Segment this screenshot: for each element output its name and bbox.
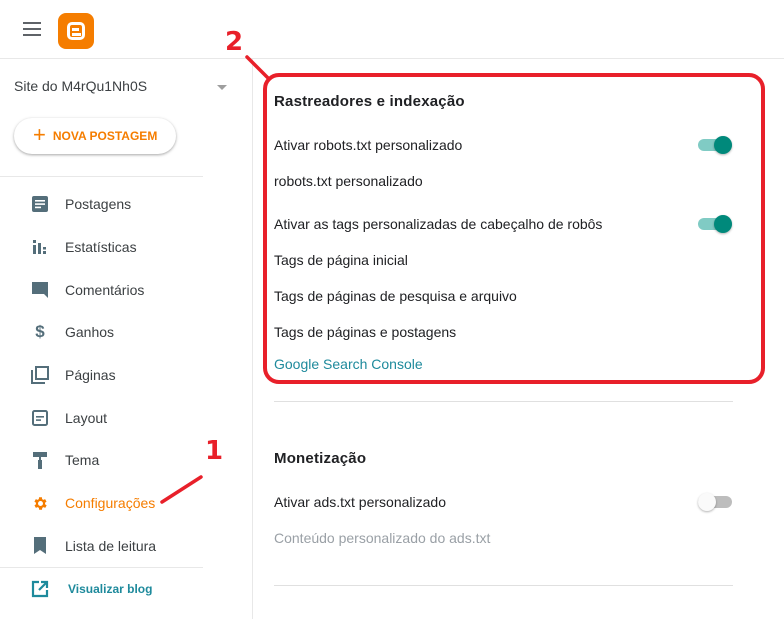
sidebar-item-postagens[interactable]: Postagens <box>0 183 253 226</box>
document-icon <box>31 195 49 213</box>
blog-name: Site do M4rQu1Nh0S <box>14 78 148 94</box>
crawlers-section-title: Rastreadores e indexação <box>274 93 465 110</box>
monetization-section-title: Monetização <box>274 450 367 467</box>
sidebar: Site do M4rQu1Nh0S + NOVA POSTAGEM Posta… <box>0 59 253 619</box>
sidebar-item-ganhos[interactable]: $ Ganhos <box>0 311 253 354</box>
sidebar-item-label: Configurações <box>65 495 156 512</box>
sidebar-item-tema[interactable]: Tema <box>0 439 253 482</box>
section-divider <box>274 401 733 402</box>
enable-ads-row[interactable]: Ativar ads.txt personalizado <box>274 494 734 510</box>
enable-robots-toggle[interactable] <box>698 135 732 155</box>
ads-content-row: Conteúdo personalizado do ads.txt <box>274 530 491 546</box>
sidebar-item-label: Estatísticas <box>65 239 137 256</box>
enable-ads-toggle[interactable] <box>698 492 732 512</box>
enable-robot-tags-row[interactable]: Ativar as tags personalizadas de cabeçal… <box>274 216 734 232</box>
sidebar-nav: Postagens Estatísticas Comentários $ Gan… <box>0 183 253 567</box>
search-archive-tags-row[interactable]: Tags de páginas de pesquisa e arquivo <box>274 288 734 304</box>
section-divider <box>274 585 733 586</box>
bar-chart-icon <box>31 238 49 256</box>
google-search-console-link[interactable]: Google Search Console <box>274 356 423 372</box>
blogger-logo-icon[interactable] <box>58 13 94 49</box>
paint-roller-icon <box>31 451 49 469</box>
external-link-icon <box>31 580 49 598</box>
settings-main: Rastreadores e indexação Ativar robots.t… <box>254 59 784 619</box>
dollar-icon: $ <box>35 322 45 342</box>
sidebar-item-layout[interactable]: Layout <box>0 396 253 439</box>
sidebar-item-label: Layout <box>65 409 108 426</box>
divider <box>0 567 203 568</box>
sidebar-item-configuracoes[interactable]: Configurações <box>0 482 253 525</box>
sidebar-item-label: Comentários <box>65 281 145 298</box>
sidebar-item-label: Tema <box>65 452 100 469</box>
custom-robots-txt-row[interactable]: robots.txt personalizado <box>274 173 734 189</box>
new-post-button[interactable]: + NOVA POSTAGEM <box>14 118 176 154</box>
page-post-tags-row[interactable]: Tags de páginas e postagens <box>274 324 734 340</box>
gear-icon <box>31 494 49 512</box>
bookmark-icon <box>31 537 49 555</box>
sidebar-item-comentarios[interactable]: Comentários <box>0 268 253 311</box>
plus-icon: + <box>33 122 46 147</box>
enable-robots-row[interactable]: Ativar robots.txt personalizado <box>274 137 734 153</box>
pages-icon <box>31 366 49 385</box>
view-blog-label: Visualizar blog <box>68 582 153 596</box>
top-bar <box>0 0 784 59</box>
sidebar-item-label: Ganhos <box>65 324 115 341</box>
comment-icon <box>31 281 49 299</box>
layout-icon <box>31 409 49 427</box>
divider <box>0 176 203 177</box>
caret-down-icon <box>217 85 227 90</box>
blog-selector[interactable]: Site do M4rQu1Nh0S <box>14 78 229 98</box>
sidebar-item-label: Páginas <box>65 367 116 384</box>
sidebar-item-paginas[interactable]: Páginas <box>0 354 253 397</box>
sidebar-item-label: Postagens <box>65 196 132 213</box>
enable-robot-tags-toggle[interactable] <box>698 214 732 234</box>
view-blog-link[interactable]: Visualizar blog <box>31 579 152 599</box>
sidebar-item-label: Lista de leitura <box>65 537 157 554</box>
hamburger-menu-icon[interactable] <box>23 22 41 36</box>
sidebar-item-estatisticas[interactable]: Estatísticas <box>0 226 253 269</box>
home-page-tags-row[interactable]: Tags de página inicial <box>274 252 734 268</box>
sidebar-item-lista-de-leitura[interactable]: Lista de leitura <box>0 525 253 568</box>
new-post-label: NOVA POSTAGEM <box>52 129 158 143</box>
